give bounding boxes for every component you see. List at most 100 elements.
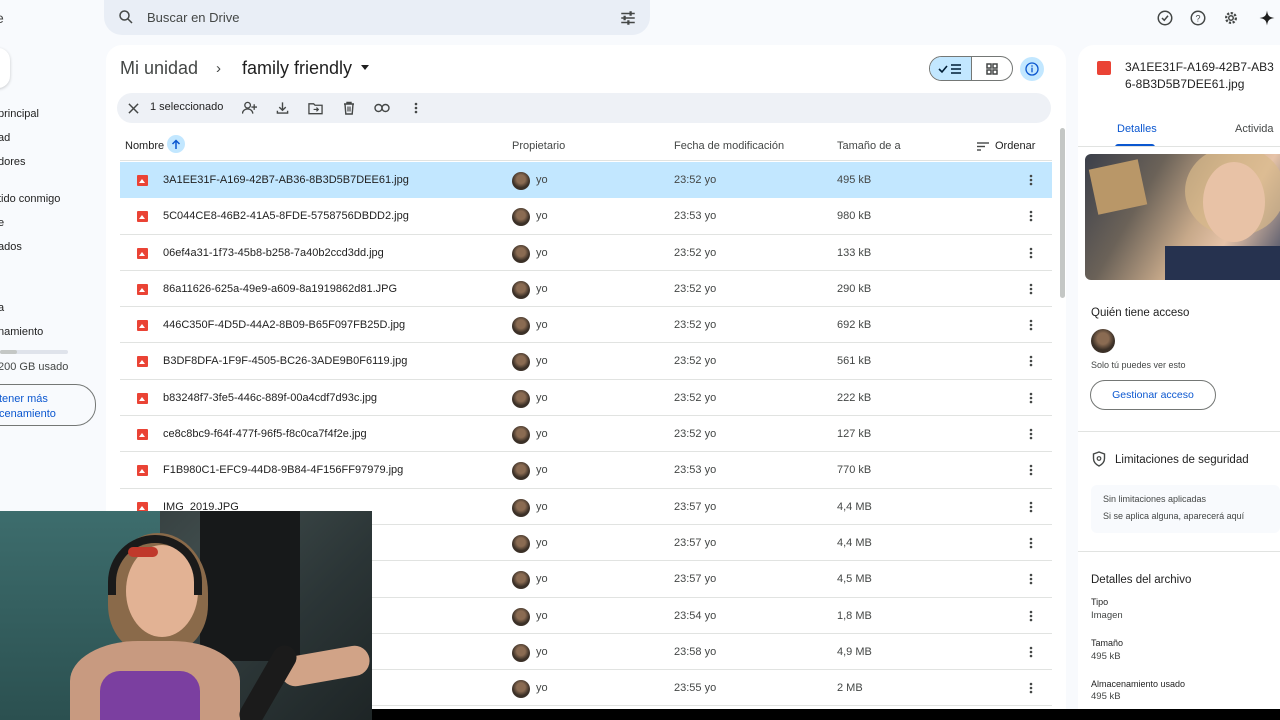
divider <box>1078 431 1280 432</box>
help-icon[interactable]: ? <box>1187 7 1209 29</box>
sidebar-item-trash[interactable]: a <box>0 302 4 314</box>
check-circle-icon[interactable] <box>1154 7 1176 29</box>
more-vert-icon[interactable] <box>1024 317 1038 333</box>
file-owner: yo <box>536 210 548 223</box>
security-info-box: Sin limitaciones aplicadas Si se aplica … <box>1091 485 1280 533</box>
sidebar-item-computers[interactable]: dores <box>0 156 26 168</box>
file-name[interactable]: ce8c8bc9-f64f-477f-96f5-f8c0ca7f4f2e.jpg <box>163 428 367 440</box>
file-name[interactable]: B3DF8DFA-1F9F-4505-BC26-3ADE9B0F6119.jpg <box>163 355 407 367</box>
more-vert-icon[interactable] <box>1024 208 1038 224</box>
file-name[interactable]: 86a11626-625a-49e9-a609-8a1919862d81.JPG <box>163 283 397 295</box>
grid-view-button[interactable] <box>972 57 1013 80</box>
chevron-down-icon[interactable] <box>361 65 369 70</box>
sidebar-item-recent[interactable]: e <box>0 217 4 229</box>
selection-count: 1 seleccionado <box>150 101 224 113</box>
column-header-owner[interactable]: Propietario <box>512 140 565 152</box>
app-logo-fragment[interactable]: e <box>0 10 4 26</box>
column-header-modified[interactable]: Fecha de modificación <box>674 140 784 152</box>
sidebar-item-my-drive[interactable]: ad <box>0 132 10 144</box>
file-size: 222 kB <box>837 391 872 404</box>
table-row[interactable]: 86a11626-625a-49e9-a609-8a1919862d81.JPG… <box>120 271 1052 308</box>
more-vert-icon[interactable] <box>1024 608 1038 624</box>
file-size: 127 kB <box>837 428 872 441</box>
search-bar[interactable]: Buscar en Drive <box>104 0 650 35</box>
more-vert-icon[interactable] <box>1024 353 1038 369</box>
search-icon[interactable] <box>117 8 135 26</box>
more-vert-icon[interactable] <box>1024 499 1038 515</box>
column-header-name[interactable]: Nombre <box>125 140 164 152</box>
sidebar-item-starred[interactable]: ados <box>0 241 22 253</box>
preview-card-shape <box>1088 159 1148 215</box>
download-icon[interactable] <box>274 100 290 116</box>
move-to-folder-icon[interactable] <box>307 100 323 116</box>
close-icon[interactable] <box>125 100 141 116</box>
table-row[interactable]: ce8c8bc9-f64f-477f-96f5-f8c0ca7f4f2e.jpg… <box>120 416 1052 453</box>
more-vert-icon[interactable] <box>1024 535 1038 551</box>
security-heading: Limitaciones de seguridad <box>1115 454 1249 466</box>
avatar <box>512 426 530 445</box>
tune-icon[interactable] <box>619 9 637 27</box>
more-vert-icon[interactable] <box>1024 644 1038 660</box>
breadcrumb-root[interactable]: Mi unidad <box>120 58 198 79</box>
file-modified: 23:57 yo <box>674 536 717 549</box>
get-more-storage-button[interactable]: tener más cenamiento <box>0 384 96 426</box>
table-row[interactable]: b83248f7-3fe5-446c-889f-00a4cdf7d93c.jpg… <box>120 380 1052 417</box>
gear-icon[interactable] <box>1220 7 1242 29</box>
view-toggle[interactable] <box>929 56 1013 81</box>
table-row[interactable]: 3A1EE31F-A169-42B7-AB36-8B3D5B7DEE61.jpg… <box>120 162 1052 199</box>
new-button[interactable] <box>0 48 10 88</box>
file-name[interactable]: b83248f7-3fe5-446c-889f-00a4cdf7d93c.jpg <box>163 392 377 404</box>
more-vert-icon[interactable] <box>1024 571 1038 587</box>
sort-button[interactable]: Ordenar <box>995 140 1035 152</box>
table-row[interactable]: 446C350F-4D5D-44A2-8B09-B65F097FB25D.jpg… <box>120 307 1052 344</box>
table-row[interactable]: 5C044CE8-46B2-41A5-8FDE-5758756DBDD2.jpg… <box>120 198 1052 235</box>
breadcrumb-current[interactable]: family friendly <box>242 58 352 79</box>
more-vert-icon[interactable] <box>1024 462 1038 478</box>
list-view-button[interactable] <box>930 57 972 80</box>
more-vert-icon[interactable] <box>1024 281 1038 297</box>
arrow-up-icon[interactable] <box>167 135 185 153</box>
info-icon[interactable] <box>1020 57 1044 81</box>
trash-icon[interactable] <box>341 100 357 116</box>
file-name[interactable]: 06ef4a31-1f73-45b8-b258-7a40b2ccd3dd.jpg <box>163 247 384 259</box>
table-header: Nombre Propietario Fecha de modificación… <box>120 131 1052 161</box>
avatar <box>512 172 530 190</box>
avatar <box>512 244 530 263</box>
divider <box>1078 551 1280 552</box>
file-size: 770 kB <box>837 464 872 477</box>
file-name[interactable]: F1B980C1-EFC9-44D8-9B84-4F156FF97979.jpg <box>163 464 403 476</box>
link-icon[interactable] <box>374 100 390 116</box>
avatar <box>512 208 530 227</box>
file-modified: 23:52 yo <box>674 174 717 186</box>
more-vert-icon[interactable] <box>1024 390 1038 406</box>
sidebar-item-storage[interactable]: namiento <box>0 326 43 338</box>
more-vert-icon[interactable] <box>1024 245 1038 261</box>
access-note: Solo tú puedes ver esto <box>1091 360 1186 370</box>
sidebar-item-shared[interactable]: tido conmigo <box>0 193 60 205</box>
file-modified: 23:53 yo <box>674 210 717 223</box>
scrollbar[interactable] <box>1060 128 1065 298</box>
sidebar-item-home[interactable]: principal <box>0 108 39 120</box>
file-name[interactable]: 5C044CE8-46B2-41A5-8FDE-5758756DBDD2.jpg <box>163 210 409 222</box>
file-name[interactable]: 3A1EE31F-A169-42B7-AB36-8B3D5B7DEE61.jpg <box>163 174 409 186</box>
size-label: Tamaño <box>1091 638 1124 648</box>
table-row[interactable]: 06ef4a31-1f73-45b8-b258-7a40b2ccd3dd.jpg… <box>120 235 1052 271</box>
sparkle-icon[interactable] <box>1256 7 1278 29</box>
more-vert-icon[interactable] <box>408 100 424 116</box>
shield-icon <box>1092 451 1106 467</box>
image-preview[interactable] <box>1085 154 1280 280</box>
sort-lines-icon[interactable] <box>977 142 989 154</box>
share-person-icon[interactable] <box>241 100 257 116</box>
more-vert-icon[interactable] <box>1024 172 1038 188</box>
manage-access-button[interactable]: Gestionar acceso <box>1090 380 1216 410</box>
more-vert-icon[interactable] <box>1024 426 1038 442</box>
file-name[interactable]: 446C350F-4D5D-44A2-8B09-B65F097FB25D.jpg <box>163 319 405 331</box>
more-vert-icon[interactable] <box>1024 680 1038 696</box>
search-input[interactable]: Buscar en Drive <box>147 10 239 25</box>
tab-activity[interactable]: Activida <box>1235 123 1274 135</box>
column-header-size[interactable]: Tamaño de a <box>837 140 901 152</box>
table-row[interactable]: B3DF8DFA-1F9F-4505-BC26-3ADE9B0F6119.jpg… <box>120 343 1052 380</box>
table-row[interactable]: F1B980C1-EFC9-44D8-9B84-4F156FF97979.jpg… <box>120 452 1052 489</box>
image-file-icon <box>137 465 148 477</box>
tab-details[interactable]: Detalles <box>1117 123 1157 135</box>
